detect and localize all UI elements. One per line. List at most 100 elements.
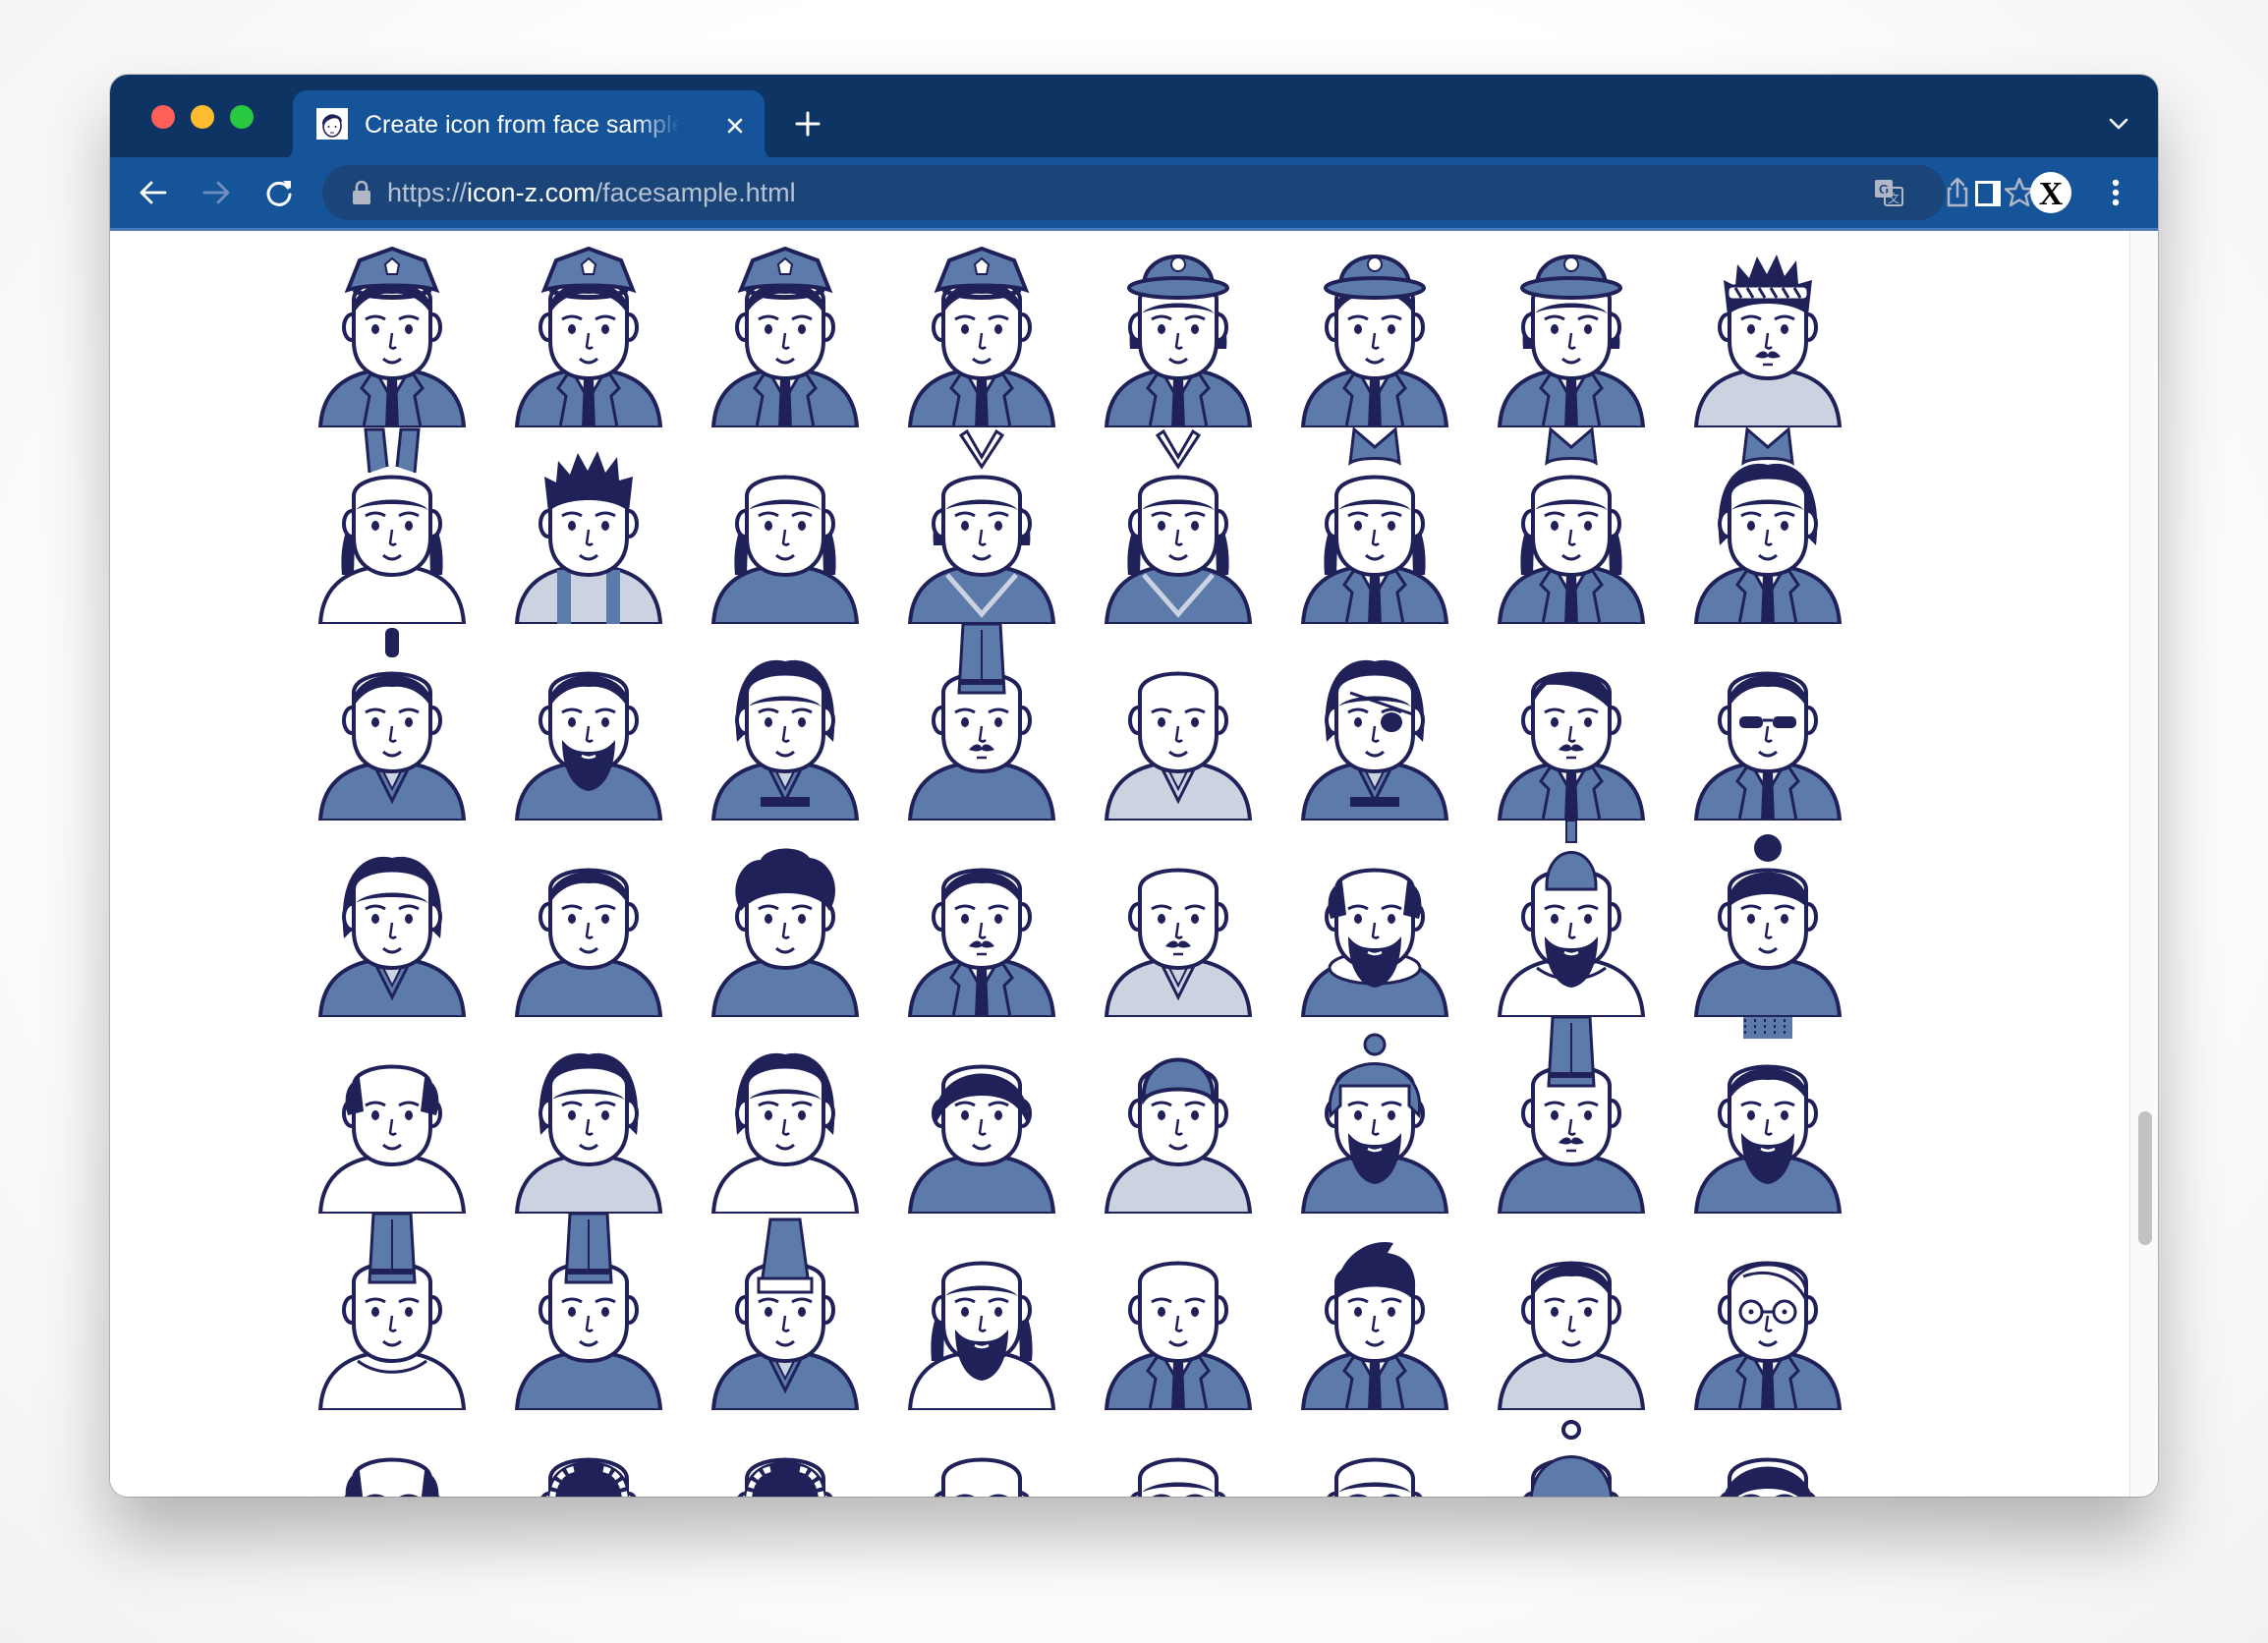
address-bar[interactable]: https://icon-z.com/facesample.html G文: [322, 165, 2035, 220]
face-icon-bald-businessman[interactable]: [1095, 1214, 1262, 1410]
face-icon-glasses-statesman[interactable]: [1684, 1214, 1851, 1410]
bearded-philosopher-icon: [907, 1261, 1056, 1410]
long-face-man-icon: [1497, 1261, 1646, 1410]
url-host: icon-z.com: [467, 178, 595, 207]
page-content: [110, 231, 2129, 1497]
face-icon-bearded-warrior[interactable]: [505, 624, 672, 821]
face-icon-bunny-girl[interactable]: [309, 427, 476, 624]
face-icon-topknot-samurai[interactable]: [309, 624, 476, 821]
face-icon-policewoman-1[interactable]: [1095, 231, 1262, 427]
face-icon-court-noble[interactable]: [898, 624, 1065, 821]
mustache-dictator-icon: [1497, 671, 1646, 821]
face-icon-policewoman-3[interactable]: [1488, 231, 1655, 427]
face-icon-mustache-gentleman[interactable]: [898, 821, 1065, 1017]
police-officer-4-icon: [907, 246, 1056, 427]
face-icon-court-noble-2[interactable]: [1488, 1017, 1655, 1214]
zoom-window-button[interactable]: [230, 105, 254, 129]
mustache-gentleman-icon: [907, 868, 1056, 1017]
face-icon-spiky-hair-monster[interactable]: [505, 427, 672, 624]
profile-initial: X: [2039, 176, 2064, 212]
plus-icon[interactable]: [792, 108, 823, 140]
face-icon-long-hair-samurai[interactable]: [702, 624, 869, 821]
vertical-scrollbar[interactable]: [2129, 231, 2158, 1497]
face-icon-buck-tooth-boy[interactable]: [1095, 1017, 1262, 1214]
close-icon[interactable]: [721, 112, 749, 140]
title-bar: Create icon from face sample |: [110, 75, 2158, 161]
partial-long-hair-2-icon: [1327, 1457, 1423, 1497]
scrollbar-thumb[interactable]: [2138, 1111, 2152, 1245]
face-icon-partial-mop-hair[interactable]: [1684, 1410, 1851, 1497]
face-icon-bald-monk-mustache[interactable]: [1095, 821, 1262, 1017]
face-icon-pompadour-man[interactable]: [1291, 1214, 1458, 1410]
face-icon-youth-1[interactable]: [505, 1017, 672, 1214]
face-icon-bow-girl-1[interactable]: [1291, 427, 1458, 624]
arrow-right-icon[interactable]: [198, 175, 234, 210]
face-icon-partial-balding[interactable]: [309, 1410, 476, 1497]
topknot-samurai-icon: [317, 628, 467, 821]
face-icon-partial-pharaoh[interactable]: [898, 1410, 1065, 1497]
browser-window: Create icon from face sample | https://i…: [110, 75, 2158, 1497]
policewoman-1-icon: [1104, 255, 1253, 427]
policewoman-3-icon: [1497, 255, 1646, 427]
headband-man-icon: [1693, 255, 1843, 427]
partial-laurel-1-icon: [540, 1457, 637, 1497]
face-icon-chinese-scholar[interactable]: [1488, 821, 1655, 1017]
reload-icon[interactable]: [261, 175, 297, 210]
stout-man-icon: [514, 868, 663, 1017]
face-icon-boy[interactable]: [898, 1017, 1065, 1214]
face-icon-ancient-queen[interactable]: [1684, 821, 1851, 1017]
face-icon-emperor[interactable]: [1684, 1017, 1851, 1214]
face-icon-policewoman-2[interactable]: [1291, 231, 1458, 427]
tab-active[interactable]: Create icon from face sample |: [293, 90, 765, 161]
face-icon-partial-helmet[interactable]: [1488, 1410, 1655, 1497]
face-icon-eyepatch-samurai[interactable]: [1291, 624, 1458, 821]
face-icon-bearded-general[interactable]: [1291, 1017, 1458, 1214]
face-icon-playwright[interactable]: [1291, 821, 1458, 1017]
translate-icon[interactable]: G文: [1871, 175, 1906, 210]
face-icon-partial-laurel-2[interactable]: [702, 1410, 869, 1497]
sunglasses-man-icon: [1693, 671, 1843, 821]
face-icon-mustache-dictator[interactable]: [1488, 624, 1655, 821]
face-icon-long-face-man[interactable]: [1488, 1214, 1655, 1410]
chevron-down-icon[interactable]: [2105, 110, 2132, 138]
minimize-window-button[interactable]: [191, 105, 214, 129]
face-icon-police-officer-4[interactable]: [898, 231, 1065, 427]
more-menu-icon[interactable]: [2098, 175, 2133, 210]
buck-tooth-boy-icon: [1104, 1057, 1253, 1214]
face-icon-bald-monk[interactable]: [1095, 624, 1262, 821]
face-icon-police-officer-3[interactable]: [702, 231, 869, 427]
face-icon-police-officer-2[interactable]: [505, 231, 672, 427]
arrow-left-icon[interactable]: [136, 175, 171, 210]
face-icon-bow-girl-3[interactable]: [1684, 427, 1851, 624]
face-icon-ribbon-girl-1[interactable]: [898, 427, 1065, 624]
bow-girl-1-icon: [1300, 427, 1449, 624]
lock-icon[interactable]: [352, 180, 371, 205]
side-panel-icon[interactable]: [1970, 175, 2006, 210]
face-icon-balding-old-man[interactable]: [309, 1017, 476, 1214]
face-icon-police-officer-1[interactable]: [309, 231, 476, 427]
face-icon-warlord[interactable]: [702, 1214, 869, 1410]
face-icon-headband-man[interactable]: [1684, 231, 1851, 427]
face-icon-ronin[interactable]: [309, 821, 476, 1017]
court-noble-2-icon: [1497, 1017, 1646, 1214]
face-icon-partial-long-hair-1[interactable]: [1095, 1410, 1262, 1497]
face-icon-sumo-wrestler[interactable]: [702, 1017, 869, 1214]
profile-avatar[interactable]: X: [2029, 171, 2072, 214]
policewoman-2-icon: [1300, 255, 1449, 427]
face-icon-partial-long-hair-2[interactable]: [1291, 1410, 1458, 1497]
url-text[interactable]: https://icon-z.com/facesample.html: [387, 165, 796, 220]
face-icon-sunglasses-man[interactable]: [1684, 624, 1851, 821]
face-icon-thinker[interactable]: [702, 821, 869, 1017]
close-window-button[interactable]: [151, 105, 175, 129]
face-icon-bow-girl-2[interactable]: [1488, 427, 1655, 624]
face-icon-bearded-philosopher[interactable]: [898, 1214, 1065, 1410]
youth-1-icon: [514, 1052, 663, 1214]
bearded-general-icon: [1300, 1033, 1449, 1214]
face-icon-ribbon-girl-2[interactable]: [1095, 427, 1262, 624]
face-icon-noble-blue-robe[interactable]: [505, 1214, 672, 1410]
face-icon-stout-man[interactable]: [505, 821, 672, 1017]
face-icon-noble-white-robe[interactable]: [309, 1214, 476, 1410]
face-icon-long-hair-monster[interactable]: [702, 427, 869, 624]
playwright-icon: [1300, 868, 1449, 1017]
face-icon-partial-laurel-1[interactable]: [505, 1410, 672, 1497]
